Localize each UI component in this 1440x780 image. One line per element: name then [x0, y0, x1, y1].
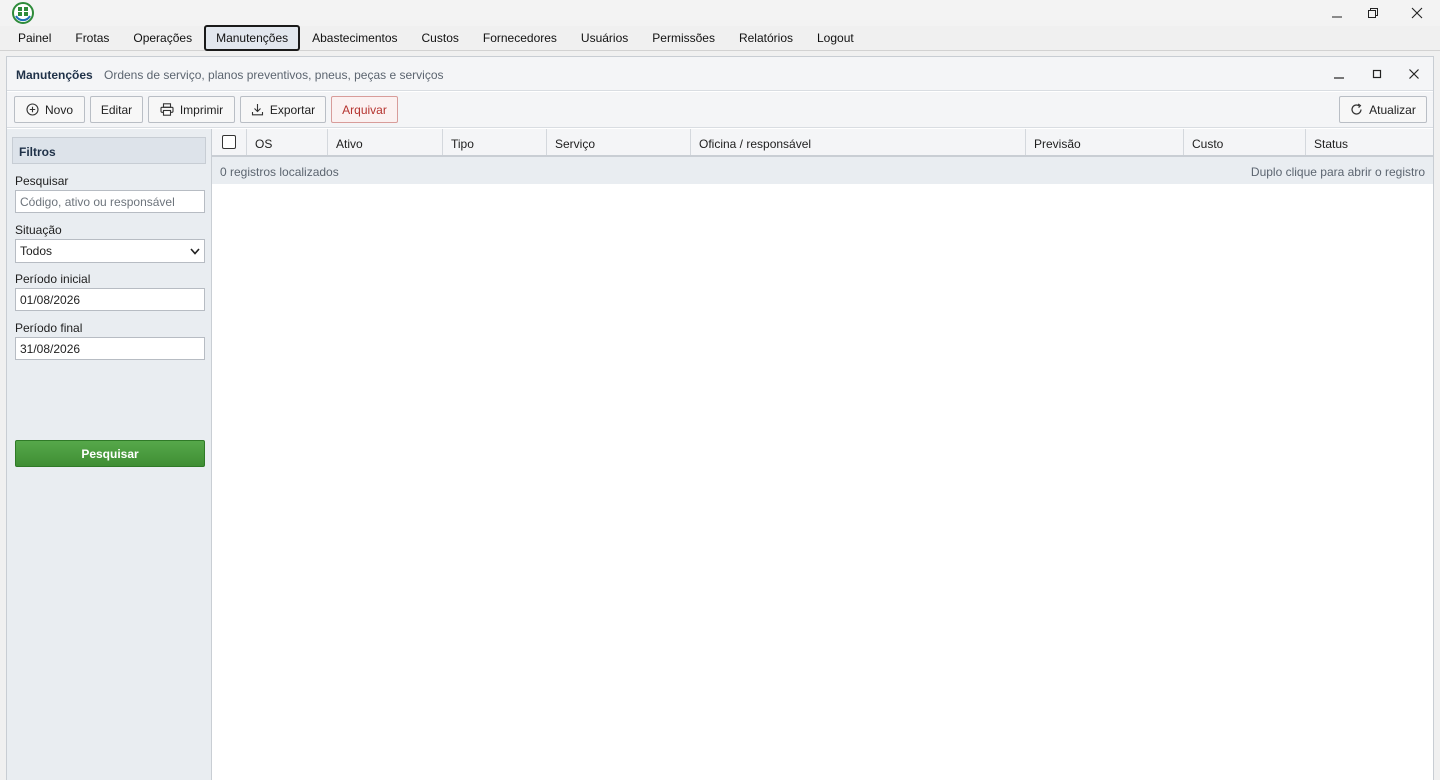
export-button-label: Exportar: [269, 102, 316, 117]
filters-title: Filtros: [12, 137, 206, 164]
column-header-previsao[interactable]: Previsão: [1026, 129, 1184, 155]
records-count: 0 registros localizados: [220, 165, 339, 179]
column-header-servico[interactable]: Serviço: [547, 129, 691, 155]
module-toolbar: Novo Editar Imprimir Exportar Arquivar A…: [7, 92, 1433, 128]
window-restore-button[interactable]: [1350, 0, 1396, 26]
menu-item-abastecimentos[interactable]: Abastecimentos: [300, 25, 409, 51]
end-date-label: Período final: [15, 321, 83, 335]
archive-button-label: Arquivar: [342, 102, 387, 117]
module-close-button[interactable]: [1400, 63, 1428, 85]
menu-item-logout[interactable]: Logout: [805, 25, 866, 51]
select-all-cell: [212, 129, 247, 155]
title-bar: [0, 0, 1440, 26]
edit-button[interactable]: Editar: [90, 96, 143, 123]
module-subtitle: Ordens de serviço, planos preventivos, p…: [104, 68, 444, 82]
column-header-status[interactable]: Status: [1306, 129, 1433, 155]
app-logo-icon: [11, 2, 35, 24]
column-header-os[interactable]: OS: [247, 129, 328, 155]
search-input[interactable]: [15, 190, 205, 213]
search-label: Pesquisar: [15, 174, 69, 188]
new-button-label: Novo: [44, 102, 73, 117]
grid-hint: Duplo clique para abrir o registro: [1250, 165, 1425, 179]
select-all-checkbox[interactable]: [222, 135, 236, 149]
menu-item-usuarios[interactable]: Usuários: [569, 25, 640, 51]
print-button-label: Imprimir: [179, 102, 224, 117]
chevron-down-icon: [190, 247, 200, 255]
maintenance-module-window: Manutenções Ordens de serviço, planos pr…: [6, 56, 1434, 780]
refresh-button[interactable]: Atualizar: [1339, 96, 1427, 123]
archive-button[interactable]: Arquivar: [331, 96, 398, 123]
refresh-icon: [1351, 103, 1362, 115]
end-date-input[interactable]: [15, 337, 205, 360]
print-button[interactable]: Imprimir: [148, 96, 235, 123]
refresh-button-label: Atualizar: [1369, 102, 1416, 117]
status-select[interactable]: Todos: [15, 239, 205, 263]
menu-item-fornecedores[interactable]: Fornecedores: [471, 25, 569, 51]
module-maximize-button[interactable]: [1363, 63, 1391, 85]
menu-item-relatorios[interactable]: Relatórios: [727, 25, 805, 51]
module-title: Manutenções: [16, 68, 93, 82]
column-header-oficina[interactable]: Oficina / responsável: [691, 129, 1026, 155]
maintenance-grid: OS Ativo Tipo Serviço Oficina / responsá…: [212, 129, 1433, 780]
restore-icon: [1368, 8, 1378, 18]
edit-button-label: Editar: [100, 102, 133, 117]
plus-circle-icon: [26, 103, 39, 116]
start-date-input[interactable]: [15, 288, 205, 311]
module-minimize-button[interactable]: [1325, 63, 1353, 85]
close-icon: [1411, 7, 1423, 19]
menu-item-manutencoes[interactable]: Manutenções: [204, 25, 301, 51]
minimize-icon: [1334, 77, 1344, 79]
module-header: Manutenções Ordens de serviço, planos pr…: [7, 57, 1433, 91]
menu-item-custos[interactable]: Custos: [410, 25, 471, 51]
window-close-button[interactable]: [1394, 0, 1440, 26]
printer-icon: [160, 103, 174, 116]
menu-item-permissoes[interactable]: Permissões: [640, 25, 727, 51]
menu-bar: Painel Frotas Operações Manutenções Abas…: [0, 25, 1440, 51]
menu-item-painel[interactable]: Painel: [6, 25, 63, 51]
status-select-value: Todos: [20, 244, 53, 258]
filter-search-button-label: Pesquisar: [81, 446, 139, 461]
status-label: Situação: [15, 223, 62, 237]
maximize-icon: [1372, 69, 1382, 79]
column-header-ativo[interactable]: Ativo: [328, 129, 443, 155]
filters-panel: Filtros Pesquisar Situação Todos Período…: [7, 129, 212, 780]
export-button[interactable]: Exportar: [240, 96, 326, 123]
column-header-tipo[interactable]: Tipo: [443, 129, 547, 155]
grid-info-bar: 0 registros localizados Duplo clique par…: [212, 157, 1433, 184]
new-button[interactable]: Novo: [14, 96, 85, 123]
filter-search-button[interactable]: Pesquisar: [15, 440, 205, 467]
close-icon: [1409, 69, 1419, 79]
start-date-label: Período inicial: [15, 272, 91, 286]
download-icon: [251, 104, 263, 116]
minimize-icon: [1332, 16, 1342, 18]
menu-item-frotas[interactable]: Frotas: [63, 25, 121, 51]
column-header-custo[interactable]: Custo: [1184, 129, 1306, 155]
menu-item-operacoes[interactable]: Operações: [121, 25, 204, 51]
grid-header: OS Ativo Tipo Serviço Oficina / responsá…: [212, 129, 1433, 157]
